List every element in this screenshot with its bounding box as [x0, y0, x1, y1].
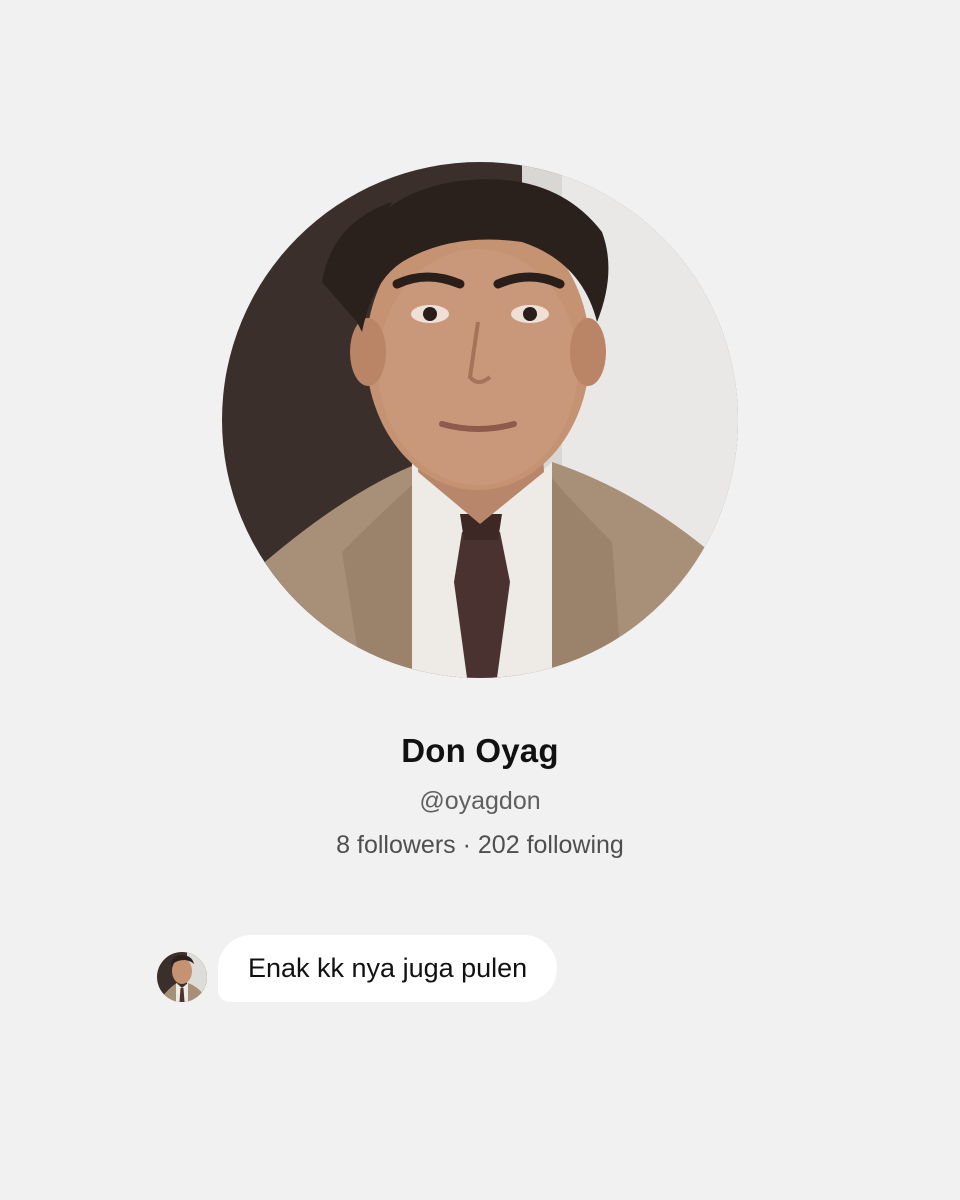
followers-link[interactable]: 8 followers [336, 831, 456, 859]
following-link[interactable]: 202 following [478, 831, 624, 859]
comment-bubble: Enak kk nya juga pulen [218, 935, 558, 1002]
stats-separator: · [462, 831, 471, 859]
comment-avatar[interactable] [157, 952, 207, 1002]
followers-label: followers [357, 831, 456, 859]
following-label: following [526, 831, 624, 859]
profile-stats: 8 followers · 202 following [0, 831, 960, 860]
profile-card: Don Oyag @oyagdon 8 followers · 202 foll… [0, 0, 960, 1200]
profile-avatar[interactable] [222, 162, 738, 678]
profile-name: Don Oyag [401, 732, 559, 769]
followers-count: 8 [336, 831, 351, 859]
following-count: 202 [477, 831, 520, 859]
comment-text: Enak kk nya juga pulen [248, 953, 528, 983]
profile-handle: @oyagdon [419, 787, 541, 815]
